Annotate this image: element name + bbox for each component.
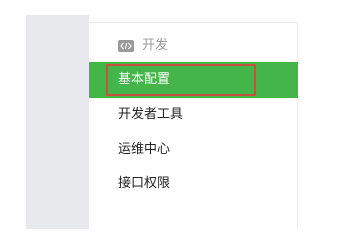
left-gutter (26, 15, 89, 229)
sidebar-item-ops-center[interactable]: 运维中心 (118, 140, 170, 160)
sidebar-item-api-permissions[interactable]: 接口权限 (118, 174, 170, 194)
sidebar-item-developer-tools[interactable]: 开发者工具 (118, 105, 183, 125)
code-icon (118, 40, 134, 52)
page: 开发 基本配置 开发者工具 运维中心 接口权限 (0, 0, 339, 244)
panel-border (297, 22, 298, 229)
sidebar-item-label-basic-config[interactable]: 基本配置 (118, 70, 170, 90)
panel-divider (89, 22, 297, 23)
sidebar-section-header: 开发 (118, 36, 168, 56)
sidebar-section-label: 开发 (142, 38, 169, 53)
